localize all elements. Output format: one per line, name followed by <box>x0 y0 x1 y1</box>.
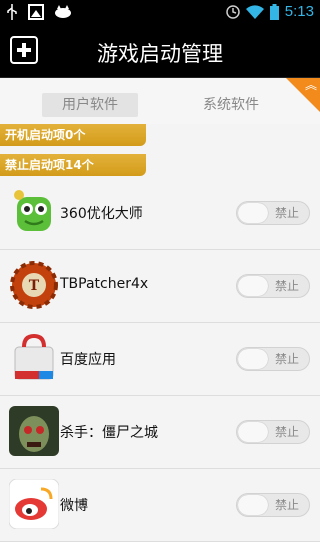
startup-toggle[interactable]: 禁止 <box>236 493 310 517</box>
list-item[interactable]: 百度应用 禁止 <box>0 323 320 396</box>
list-item[interactable]: 杀手：僵尸之城 禁止 <box>0 396 320 469</box>
toggle-label: 禁止 <box>275 206 300 220</box>
toggle-label: 禁止 <box>275 425 300 439</box>
svg-text:T: T <box>29 278 40 294</box>
page-title: 游戏启动管理 <box>97 42 223 66</box>
usb-icon <box>7 4 17 20</box>
enabled-startup-count[interactable]: 开机启动项0个 <box>0 124 146 146</box>
alarm-icon <box>226 4 240 19</box>
toggle-knob <box>238 276 268 296</box>
battery-icon <box>269 3 279 20</box>
gear-badge-app-icon: T <box>10 261 58 309</box>
startup-toggle[interactable]: 禁止 <box>236 347 310 371</box>
toggle-knob <box>238 203 268 223</box>
list-item[interactable]: 360优化大师 禁止 <box>0 177 320 250</box>
app-name: 360优化大师 <box>60 206 143 222</box>
toggle-knob <box>238 495 268 515</box>
wifi-icon <box>245 4 264 19</box>
app-name: 微博 <box>60 498 88 514</box>
list-item[interactable]: 微博 禁止 <box>0 469 320 542</box>
startup-toggle[interactable]: 禁止 <box>236 274 310 298</box>
tab-system-software[interactable]: 系统软件 <box>186 93 276 117</box>
cat-icon <box>55 5 71 18</box>
shopping-bag-app-icon <box>14 333 54 380</box>
startup-toggle[interactable]: 禁止 <box>236 420 310 444</box>
clock-time: 5:13 <box>284 3 314 20</box>
zombie-app-icon <box>9 406 59 456</box>
status-bar: 5:13 <box>0 0 320 25</box>
app-name: 杀手：僵尸之城 <box>60 425 158 441</box>
robot-app-icon <box>14 190 51 231</box>
toggle-label: 禁止 <box>275 498 300 512</box>
title-bar: 游戏启动管理 <box>0 25 320 78</box>
tab-bar: 用户软件 系统软件 <box>0 78 320 124</box>
weibo-app-icon <box>9 479 59 529</box>
toggle-knob <box>238 422 268 442</box>
toggle-label: 禁止 <box>275 352 300 366</box>
chevron-up-icon: ︽ <box>304 78 317 92</box>
toggle-label: 禁止 <box>275 279 300 293</box>
app-name: TBPatcher4x <box>60 276 149 292</box>
tab-user-software[interactable]: 用户软件 <box>42 93 138 117</box>
startup-toggle[interactable]: 禁止 <box>236 201 310 225</box>
image-icon <box>28 4 44 20</box>
toggle-knob <box>238 349 268 369</box>
list-item[interactable]: T TBPatcher4x 禁止 <box>0 250 320 323</box>
app-name: 百度应用 <box>60 352 116 368</box>
disabled-startup-count[interactable]: 禁止启动项14个 <box>0 154 146 176</box>
